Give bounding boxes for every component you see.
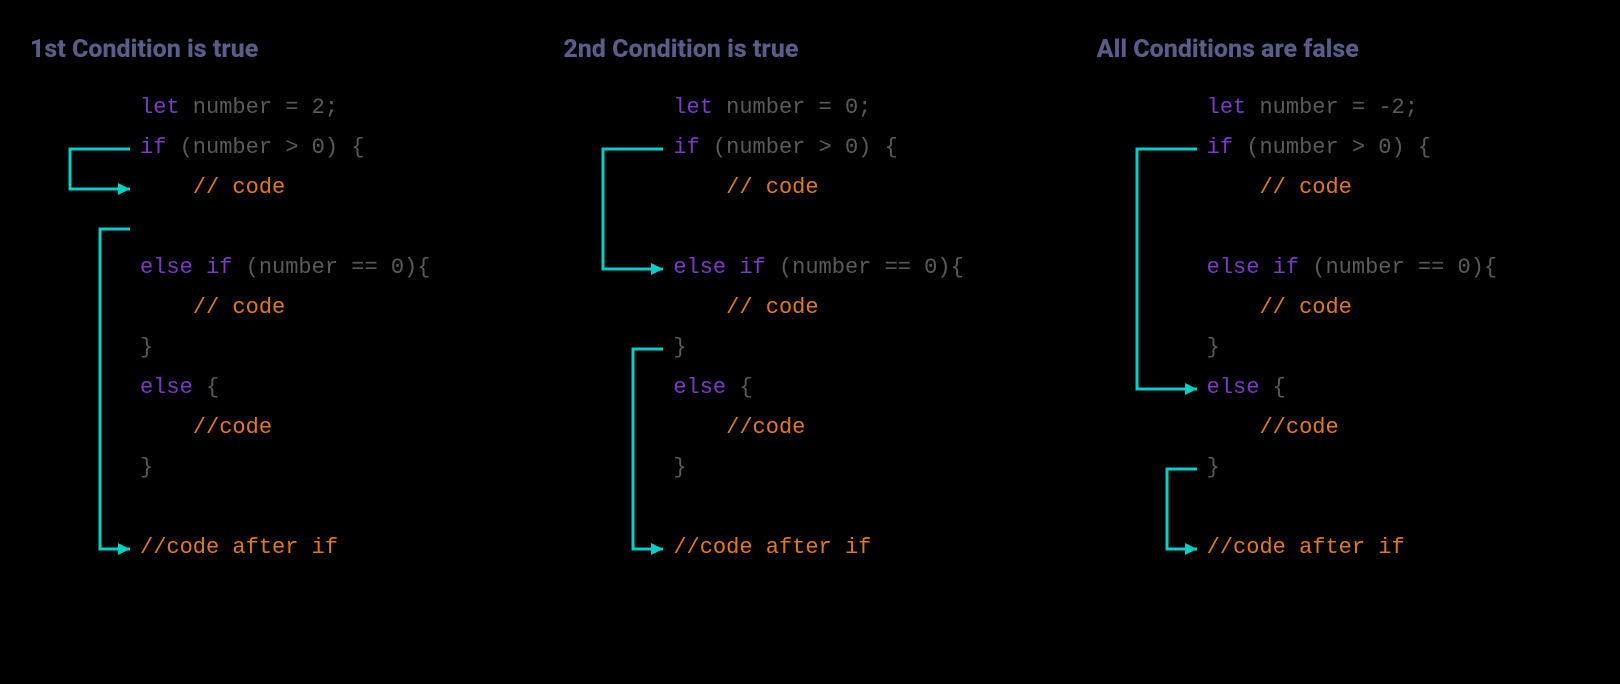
code-line [1207,488,1590,528]
code-block: let number = 0;if (number > 0) { // code… [563,88,1056,568]
code-line: // code [140,288,523,328]
token-kw: else if [140,255,232,280]
code-line: } [140,328,523,368]
token-id: (number == 0){ [1299,255,1497,280]
token-cm: // code [140,295,285,320]
code-line: // code [673,288,1056,328]
code-line [673,488,1056,528]
code-line: //code after if [673,528,1056,568]
token-kw: else [1207,375,1260,400]
code-line: if (number > 0) { [140,128,523,168]
token-id: number = -2; [1246,95,1418,120]
token-id: (number > 0) { [700,135,898,160]
code-line: else { [673,368,1056,408]
token-id: (number == 0){ [232,255,430,280]
column-0: 1st Condition is truelet number = 2;if (… [30,35,523,568]
token-id: } [140,335,153,360]
code-line [673,208,1056,248]
token-cm: // code [140,175,285,200]
token-cm: // code [673,175,818,200]
code-line: //code after if [1207,528,1590,568]
token-id: { [193,375,219,400]
code-line: //code after if [140,528,523,568]
code-line: // code [1207,288,1590,328]
code-line [1207,208,1590,248]
code-line: //code [1207,408,1590,448]
token-id: { [1259,375,1285,400]
code-line: else if (number == 0){ [1207,248,1590,288]
token-cm: //code [673,415,805,440]
token-id: (number == 0){ [766,255,964,280]
code-line: if (number > 0) { [673,128,1056,168]
token-kw: if [1207,135,1233,160]
token-kw: let [1207,95,1247,120]
code-line: // code [1207,168,1590,208]
token-id: } [673,335,686,360]
code-line: else { [140,368,523,408]
token-kw: if [140,135,166,160]
code-line: } [673,328,1056,368]
code-block: let number = 2;if (number > 0) { // code… [30,88,523,568]
column-title: 2nd Condition is true [563,35,1056,64]
token-id: (number > 0) { [1233,135,1431,160]
token-kw: else if [1207,255,1299,280]
token-id: (number > 0) { [166,135,364,160]
token-id: } [140,455,153,480]
code-line: else { [1207,368,1590,408]
code-line: } [140,448,523,488]
code-line [140,208,523,248]
token-kw: else [673,375,726,400]
column-2: All Conditions are false let number = -2;… [1097,35,1590,568]
token-cm: // code [1207,295,1352,320]
code-line: let number = 2; [140,88,523,128]
token-id: number = 2; [180,95,338,120]
code-line: if (number > 0) { [1207,128,1590,168]
token-kw: else [140,375,193,400]
token-cm: //code after if [673,535,871,560]
diagram-wrap: 1st Condition is truelet number = 2;if (… [0,0,1620,603]
code-line: } [1207,328,1590,368]
column-title: All Conditions are false [1097,35,1590,64]
token-cm: // code [673,295,818,320]
token-id: { [726,375,752,400]
code-line: //code [673,408,1056,448]
code-line: } [673,448,1056,488]
code-line: let number = 0; [673,88,1056,128]
token-id: } [1207,335,1220,360]
token-cm: //code after if [1207,535,1405,560]
code-line: else if (number == 0){ [673,248,1056,288]
code-line: let number = -2; [1207,88,1590,128]
token-id: } [673,455,686,480]
token-cm: //code [1207,415,1339,440]
column-title: 1st Condition is true [30,35,523,64]
column-1: 2nd Condition is truelet number = 0;if (… [563,35,1056,568]
code-line: // code [140,168,523,208]
code-block: let number = -2;if (number > 0) { // cod… [1097,88,1590,568]
code-line: // code [673,168,1056,208]
token-kw: else if [673,255,765,280]
token-kw: let [140,95,180,120]
code-line: } [1207,448,1590,488]
token-id: } [1207,455,1220,480]
token-kw: if [673,135,699,160]
code-line: //code [140,408,523,448]
token-cm: // code [1207,175,1352,200]
token-id: number = 0; [713,95,871,120]
token-cm: //code after if [140,535,338,560]
token-kw: let [673,95,713,120]
code-line: else if (number == 0){ [140,248,523,288]
token-cm: //code [140,415,272,440]
code-line [140,488,523,528]
